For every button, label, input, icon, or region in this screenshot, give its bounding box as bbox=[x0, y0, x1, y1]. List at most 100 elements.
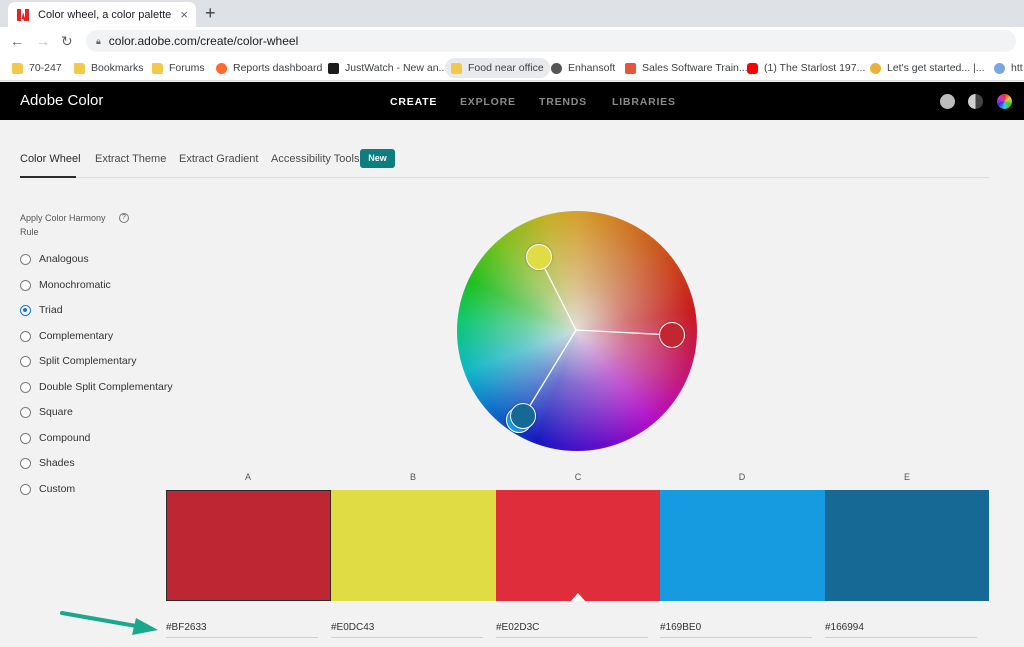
swatch-label-d: D bbox=[738, 472, 746, 482]
rule-label: Custom bbox=[39, 483, 76, 495]
radio-icon[interactable] bbox=[20, 406, 31, 418]
bookmark-starlost[interactable]: (1) The Starlost 197... bbox=[741, 58, 871, 78]
nav-libraries[interactable]: LIBRARIES bbox=[612, 96, 676, 108]
wheel-handle-b[interactable] bbox=[526, 244, 552, 270]
hubspot-icon bbox=[216, 62, 227, 74]
bookmark-reports-dashboard[interactable]: Reports dashboard bbox=[210, 58, 328, 78]
harmony-rule-title: Apply Color Harmony Rule bbox=[20, 213, 106, 237]
tab-title: Color wheel, a color palette gene bbox=[38, 8, 174, 21]
tab-close-icon[interactable]: × bbox=[180, 7, 188, 22]
forward-arrow-icon[interactable]: → bbox=[36, 32, 50, 50]
bookmark-justwatch[interactable]: JustWatch - New an... bbox=[322, 58, 453, 78]
bookmark-label: Sales Software Train... bbox=[642, 62, 748, 74]
create-subtabs: Color Wheel Extract Theme Extract Gradie… bbox=[20, 146, 990, 178]
hex-field-e[interactable]: #166994 bbox=[825, 622, 977, 638]
hex-field-c[interactable]: #E02D3C bbox=[496, 622, 648, 638]
bookmark-label: Bookmarks bbox=[91, 62, 144, 74]
radio-icon[interactable] bbox=[20, 381, 31, 393]
rule-label: Shades bbox=[39, 457, 75, 469]
bookmark-label: JustWatch - New an... bbox=[345, 62, 448, 74]
rule-triad[interactable]: Triad bbox=[20, 302, 63, 318]
bookmark-label: htt bbox=[1011, 62, 1023, 74]
bookmark-lets-get-started[interactable]: Let's get started... |... bbox=[864, 58, 991, 78]
rule-label: Complementary bbox=[39, 330, 114, 342]
folder-icon bbox=[12, 62, 23, 74]
bookmark-70-247[interactable]: 70-247 bbox=[6, 58, 68, 78]
lock-icon: 🔒︎ bbox=[96, 35, 101, 46]
rule-analogous[interactable]: Analogous bbox=[20, 251, 89, 267]
globe-icon bbox=[551, 62, 562, 74]
new-tab-button[interactable]: + bbox=[205, 3, 216, 23]
bookmark-enhansoft[interactable]: Enhansoft bbox=[545, 58, 621, 78]
rule-custom[interactable]: Custom bbox=[20, 481, 75, 497]
bookmark-bookmarks[interactable]: Bookmarks bbox=[68, 58, 150, 78]
address-bar[interactable]: 🔒︎ color.adobe.com/create/color-wheel bbox=[86, 30, 1016, 52]
radio-icon[interactable] bbox=[20, 457, 31, 469]
color-wheel[interactable] bbox=[457, 211, 697, 451]
rule-square[interactable]: Square bbox=[20, 404, 73, 420]
adobe-logo-icon bbox=[16, 7, 30, 22]
swatch-label-e: E bbox=[903, 472, 910, 482]
swatch-e[interactable] bbox=[825, 490, 989, 601]
app-header: Adobe Color CREATE EXPLORE TRENDS LIBRAR… bbox=[0, 82, 1024, 120]
bookmark-htt[interactable]: htt bbox=[988, 58, 1024, 78]
active-tab-underline bbox=[20, 176, 76, 178]
tab-accessibility-tools[interactable]: Accessibility Tools bbox=[271, 153, 359, 165]
bookmark-food-near-office[interactable]: Food near office bbox=[445, 58, 550, 78]
radio-icon[interactable] bbox=[20, 330, 31, 342]
url-text[interactable]: color.adobe.com/create/color-wheel bbox=[109, 34, 298, 48]
rule-label: Split Complementary bbox=[39, 355, 137, 367]
brand-logo[interactable]: Adobe Color bbox=[20, 92, 103, 109]
radio-checked-icon[interactable] bbox=[20, 304, 31, 316]
browser-tab[interactable]: Color wheel, a color palette gene × bbox=[8, 2, 196, 27]
help-icon[interactable]: ? bbox=[119, 213, 129, 223]
bookmark-label: Enhansoft bbox=[568, 62, 616, 74]
nav-create[interactable]: CREATE bbox=[390, 96, 437, 108]
bookmark-sales-software[interactable]: Sales Software Train... bbox=[619, 58, 754, 78]
radio-icon[interactable] bbox=[20, 355, 31, 367]
swatch-d[interactable] bbox=[660, 490, 825, 601]
star-icon[interactable] bbox=[940, 94, 955, 109]
color-wheel-icon[interactable] bbox=[997, 94, 1012, 109]
rule-label: Analogous bbox=[39, 253, 89, 265]
swatch-label-c: C bbox=[574, 472, 582, 482]
new-badge: New bbox=[360, 149, 395, 168]
bulb-icon bbox=[994, 62, 1005, 74]
nav-trends[interactable]: TRENDS bbox=[539, 96, 587, 108]
rule-split-complementary[interactable]: Split Complementary bbox=[20, 353, 136, 369]
rule-complementary[interactable]: Complementary bbox=[20, 328, 113, 344]
folder-icon bbox=[152, 62, 163, 74]
rule-label: Double Split Complementary bbox=[39, 381, 173, 393]
rule-compound[interactable]: Compound bbox=[20, 430, 90, 446]
wheel-handle-e[interactable] bbox=[510, 403, 536, 429]
swatch-a[interactable] bbox=[166, 490, 331, 601]
rule-shades[interactable]: Shades bbox=[20, 455, 75, 471]
swatch-b[interactable] bbox=[331, 490, 496, 601]
radio-icon[interactable] bbox=[20, 279, 31, 291]
browser-tab-strip: Color wheel, a color palette gene × + bbox=[0, 0, 1024, 27]
bookmark-label: (1) The Starlost 197... bbox=[764, 62, 866, 74]
hex-field-a[interactable]: #BF2633 bbox=[166, 622, 318, 638]
hex-field-d[interactable]: #169BE0 bbox=[660, 622, 812, 638]
nav-explore[interactable]: EXPLORE bbox=[460, 96, 516, 108]
reload-icon[interactable]: ↻ bbox=[61, 32, 73, 50]
tab-extract-theme[interactable]: Extract Theme bbox=[95, 153, 166, 165]
rule-double-split-complementary[interactable]: Double Split Complementary bbox=[20, 379, 173, 395]
rule-monochromatic[interactable]: Monochromatic bbox=[20, 277, 111, 293]
wheel-handle-a[interactable] bbox=[659, 322, 685, 348]
browser-toolbar: ← → ↻ 🔒︎ color.adobe.com/create/color-wh… bbox=[0, 27, 1024, 55]
bookmark-label: Let's get started... |... bbox=[887, 62, 985, 74]
radio-icon[interactable] bbox=[20, 432, 31, 444]
bookmark-forums[interactable]: Forums bbox=[146, 58, 211, 78]
tab-extract-gradient[interactable]: Extract Gradient bbox=[179, 153, 258, 165]
radio-icon[interactable] bbox=[20, 483, 31, 495]
tab-color-wheel[interactable]: Color Wheel bbox=[20, 153, 81, 165]
theme-toggle-icon[interactable] bbox=[968, 94, 983, 109]
folder-icon bbox=[451, 62, 462, 74]
swatch-c[interactable] bbox=[496, 490, 660, 601]
bookmark-label: Forums bbox=[169, 62, 205, 74]
bookmark-label: Food near office bbox=[468, 62, 544, 74]
hex-field-b[interactable]: #E0DC43 bbox=[331, 622, 483, 638]
back-arrow-icon[interactable]: ← bbox=[10, 32, 24, 50]
radio-icon[interactable] bbox=[20, 253, 31, 265]
